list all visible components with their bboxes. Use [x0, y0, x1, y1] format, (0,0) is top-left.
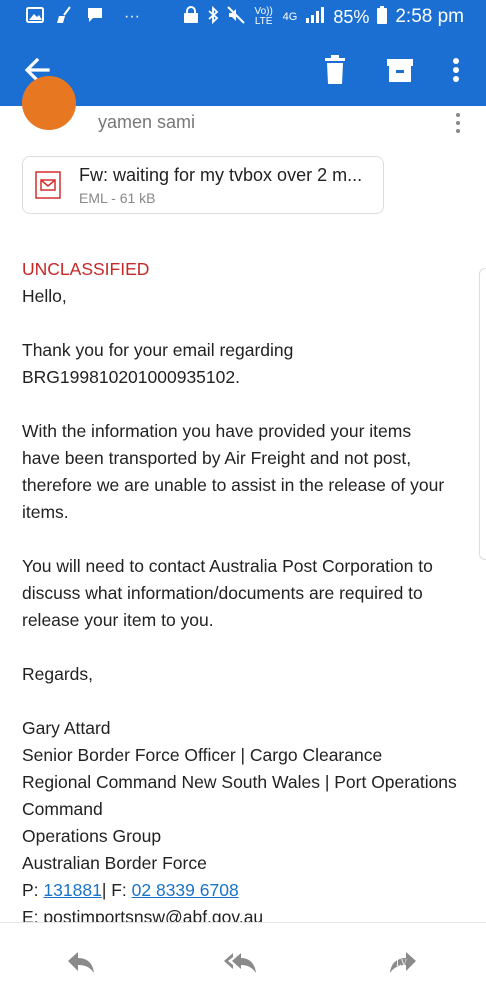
fax-label: | F: — [101, 880, 132, 900]
signature-org: Australian Border Force — [22, 853, 207, 873]
mute-icon — [226, 5, 245, 29]
email-body: UNCLASSIFIED Hello, Thank you for your e… — [22, 256, 472, 931]
battery-icon — [377, 5, 388, 29]
body-line: release your item to you. — [22, 610, 214, 630]
sender-row: yamen sami — [0, 76, 486, 146]
forward-icon: LV — [390, 952, 416, 973]
network-label: 4G — [282, 11, 298, 23]
body-line: discuss what information/documents are r… — [22, 583, 423, 603]
body-line: items. — [22, 502, 69, 522]
sender-name[interactable]: yamen sami — [98, 112, 195, 133]
gallery-icon — [26, 6, 44, 28]
regards: Regards, — [22, 664, 94, 684]
status-right-icons: Vo)) LTE 4G 85% 2:58 pm — [183, 0, 464, 34]
archive-button[interactable] — [384, 54, 416, 86]
volte-label: Vo)) LTE — [254, 6, 273, 27]
more-vert-icon — [456, 113, 460, 133]
bluetooth-icon — [207, 5, 219, 29]
body-line: With the information you have provided y… — [22, 421, 412, 441]
reply-icon — [68, 952, 94, 973]
trash-icon — [325, 55, 345, 84]
forward-watermark: LV — [396, 958, 408, 968]
avatar[interactable] — [22, 76, 76, 130]
signal-icon — [305, 6, 325, 28]
attachment-card[interactable]: Fw: waiting for my tvbox over 2 m... EML… — [22, 156, 384, 214]
broom-icon — [56, 5, 74, 29]
reply-all-icon — [224, 953, 256, 973]
body-line: have been transported by Air Freight and… — [22, 448, 412, 468]
more-options-button[interactable] — [444, 54, 468, 86]
fax-link[interactable]: 02 8339 6708 — [132, 880, 239, 900]
lock-icon — [183, 5, 199, 29]
greeting: Hello, — [22, 286, 67, 306]
forward-button[interactable]: LV — [384, 945, 424, 981]
signature-group: Operations Group — [22, 826, 162, 846]
reply-all-button[interactable] — [222, 945, 262, 981]
signature-title: Senior Border Force Officer | Cargo Clea… — [22, 745, 383, 765]
status-left-icons: ··· — [0, 5, 140, 29]
reply-button[interactable] — [60, 945, 100, 981]
clock: 2:58 pm — [395, 6, 464, 27]
overflow-icon: ··· — [124, 8, 140, 25]
attachment-title: Fw: waiting for my tvbox over 2 m... — [79, 165, 363, 185]
message-more-button[interactable] — [450, 110, 466, 136]
email-file-icon — [35, 171, 61, 199]
body-line: Thank you for your email regarding — [22, 340, 294, 360]
body-line: You will need to contact Australia Post … — [22, 556, 433, 576]
body-line: BRG199810201000935102. — [22, 367, 240, 387]
phone-label: P: — [22, 880, 44, 900]
scroll-handle[interactable] — [479, 268, 486, 560]
status-bar: ··· Vo)) LTE 4G 85% 2:58 pm — [0, 0, 486, 34]
battery-percent: 85% — [333, 6, 370, 27]
delete-button[interactable] — [320, 54, 350, 86]
bottom-action-bar: LV — [0, 922, 486, 1001]
signature-contact: P: 131881| F: 02 8339 6708 — [22, 877, 472, 904]
chat-icon — [86, 6, 104, 29]
phone-link[interactable]: 131881 — [43, 880, 101, 900]
body-line: therefore we are unable to assist in the… — [22, 475, 445, 495]
signature-name: Gary Attard — [22, 718, 111, 738]
archive-icon — [387, 59, 413, 82]
signature-command: Regional Command New South Wales | Port … — [22, 772, 457, 792]
more-vert-icon — [453, 58, 459, 82]
attachment-meta: EML - 61 kB — [79, 190, 156, 206]
classification-label: UNCLASSIFIED — [22, 259, 150, 279]
signature-command: Command — [22, 799, 103, 819]
